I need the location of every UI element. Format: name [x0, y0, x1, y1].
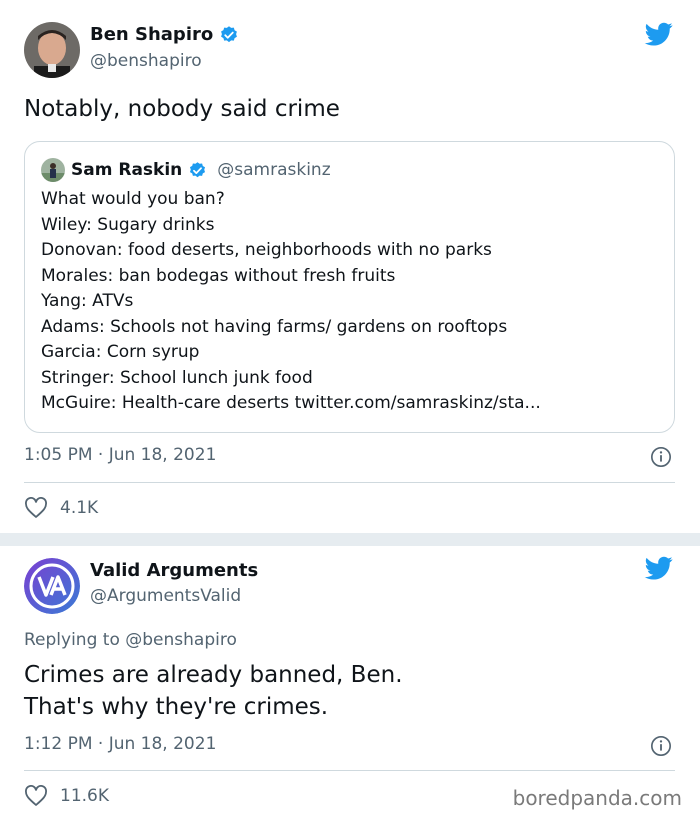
divider — [24, 482, 675, 483]
quoted-line: What would you ban? — [41, 189, 225, 209]
like-button[interactable]: 11.6K — [24, 785, 109, 807]
twitter-bird-icon[interactable] — [642, 20, 676, 48]
info-icon[interactable] — [650, 446, 672, 468]
watermark: boredpanda.com — [512, 786, 682, 810]
timestamp[interactable]: 1:12 PM · Jun 18, 2021 — [24, 734, 216, 754]
heart-icon — [25, 785, 47, 806]
heart-icon — [25, 497, 47, 518]
quoted-tweet-text: What would you ban? Wiley: Sugary drinks… — [41, 187, 541, 417]
quoted-tweet[interactable]: Sam Raskin @samraskinz What would you ba… — [24, 141, 675, 433]
quoted-line: Yang: ATVs — [41, 291, 134, 311]
avatar-valid-arguments[interactable] — [24, 558, 80, 614]
quoted-author-name[interactable]: Sam Raskin — [71, 160, 182, 180]
tweet-text: Notably, nobody said crime — [24, 96, 340, 122]
quoted-line: Stringer: School lunch junk food — [41, 367, 313, 388]
timestamp[interactable]: 1:05 PM · Jun 18, 2021 — [24, 445, 216, 465]
quoted-line[interactable]: McGuire: Health-care deserts twitter.com… — [41, 391, 541, 417]
like-button[interactable]: 4.1K — [24, 497, 98, 519]
author-handle[interactable]: @benshapiro — [90, 51, 202, 71]
quoted-line: Wiley: Sugary drinks — [41, 214, 215, 235]
info-icon[interactable] — [650, 735, 672, 757]
quoted-author-handle[interactable]: @samraskinz — [217, 160, 330, 180]
tweet-separator — [0, 533, 700, 546]
replying-to[interactable]: Replying to @benshapiro — [24, 630, 237, 650]
like-count: 11.6K — [60, 786, 109, 806]
tweet-text-line: That's why they're crimes. — [24, 694, 329, 720]
divider — [24, 770, 675, 771]
verified-badge-icon — [190, 161, 206, 177]
quoted-line: Garcia: Corn syrup — [41, 342, 200, 362]
tweet-ben-shapiro[interactable]: Ben Shapiro @benshapiro Notably, nobody … — [0, 0, 700, 533]
author-name[interactable]: Valid Arguments — [90, 560, 258, 581]
tweet-valid-arguments[interactable]: Valid Arguments @ArgumentsValid Replying… — [0, 546, 700, 823]
verified-badge-icon — [221, 25, 238, 42]
quoted-line: Morales: ban bodegas without fresh fruit… — [41, 265, 396, 286]
avatar-ben-shapiro[interactable] — [24, 22, 80, 78]
tweet-text-line: Crimes are already banned, Ben. — [24, 662, 403, 688]
twitter-bird-icon[interactable] — [642, 554, 676, 582]
quoted-line: Donovan: food deserts, neighborhoods wit… — [41, 240, 492, 260]
author-name[interactable]: Ben Shapiro — [90, 24, 213, 45]
author-handle[interactable]: @ArgumentsValid — [90, 586, 241, 606]
quoted-line: Adams: Schools not having farms/ gardens… — [41, 316, 508, 337]
avatar-sam-raskin[interactable] — [41, 158, 65, 182]
like-count: 4.1K — [60, 498, 99, 518]
